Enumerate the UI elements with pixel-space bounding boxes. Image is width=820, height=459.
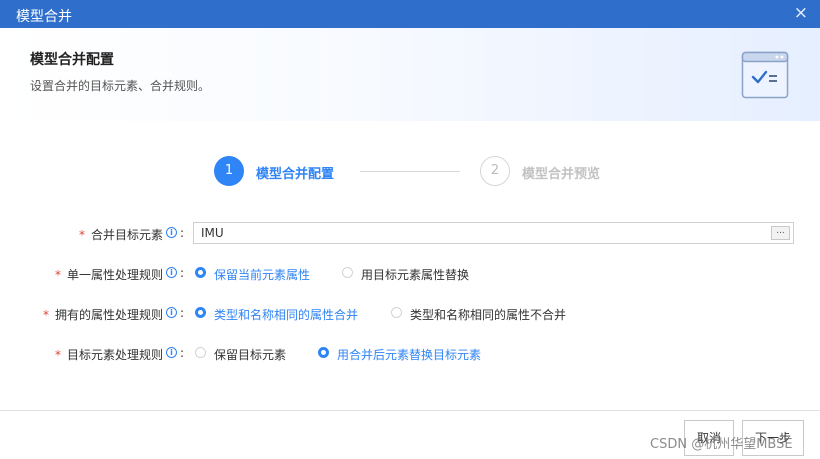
required-mark: *: [54, 348, 61, 362]
radio-keep-target-element[interactable]: [195, 347, 206, 358]
radio-merge-same-attr-label[interactable]: 类型和名称相同的属性合并: [214, 306, 358, 323]
radio-not-merge-same-attr-label[interactable]: 类型和名称相同的属性不合并: [410, 306, 566, 323]
label-colon: :: [180, 346, 185, 360]
info-icon[interactable]: i: [166, 347, 177, 358]
radio-merge-same-attr[interactable]: [195, 307, 206, 318]
owned-attr-rule-row: * 拥有的属性处理规则 i : 类型和名称相同的属性合并 类型和名称相同的属性不合…: [0, 302, 820, 326]
step-2-label: 模型合并预览: [522, 167, 601, 182]
required-mark: *: [54, 268, 61, 282]
browse-button[interactable]: ...: [771, 226, 790, 240]
target-element-rule-label: * 目标元素处理规则: [54, 348, 163, 362]
radio-replace-target-element[interactable]: [318, 347, 329, 358]
label-colon: :: [180, 226, 185, 240]
step-indicator: 1 模型合并配置 2 模型合并预览: [0, 155, 820, 189]
radio-keep-current-attr-label[interactable]: 保留当前元素属性: [214, 266, 310, 283]
label-colon: :: [180, 306, 185, 320]
banner-subtitle: 设置合并的目标元素、合并规则。: [30, 79, 211, 93]
info-icon[interactable]: i: [166, 267, 177, 278]
radio-not-merge-same-attr[interactable]: [391, 307, 402, 318]
window-title: 模型合并: [16, 9, 72, 25]
checklist-window-icon: [741, 51, 789, 99]
required-mark: *: [78, 228, 85, 242]
step-2-circle: 2: [480, 156, 510, 186]
target-element-rule-row: * 目标元素处理规则 i : 保留目标元素 用合并后元素替换目标元素: [0, 342, 820, 366]
radio-replace-target-element-label[interactable]: 用合并后元素替换目标元素: [337, 346, 481, 363]
step-1-label: 模型合并配置: [256, 167, 335, 182]
header-banner: 模型合并配置 设置合并的目标元素、合并规则。: [0, 28, 820, 121]
footer-divider: [0, 410, 820, 411]
target-element-label: * 合并目标元素: [78, 228, 163, 242]
window-title-bar: 模型合并 ×: [0, 0, 820, 28]
banner-heading: 模型合并配置: [30, 52, 114, 68]
label-colon: :: [180, 266, 185, 280]
watermark: CSDN @杭州华望MBSE: [650, 437, 793, 452]
step-1-circle: 1: [214, 156, 244, 186]
radio-keep-current-attr[interactable]: [195, 267, 206, 278]
target-element-row: * 合并目标元素 i : IMU ...: [0, 222, 820, 246]
radio-replace-with-target-attr[interactable]: [342, 267, 353, 278]
radio-replace-with-target-attr-label[interactable]: 用目标元素属性替换: [361, 266, 469, 283]
info-icon[interactable]: i: [166, 307, 177, 318]
required-mark: *: [42, 308, 49, 322]
single-attr-rule-label: * 单一属性处理规则: [54, 268, 163, 282]
target-element-value: IMU: [201, 226, 224, 240]
single-attr-rule-row: * 单一属性处理规则 i : 保留当前元素属性 用目标元素属性替换: [0, 262, 820, 286]
target-element-input[interactable]: IMU ...: [193, 222, 794, 244]
owned-attr-rule-label: * 拥有的属性处理规则: [42, 308, 163, 322]
close-icon[interactable]: ×: [794, 4, 808, 22]
step-connector: [360, 171, 460, 172]
radio-keep-target-element-label[interactable]: 保留目标元素: [214, 346, 286, 363]
info-icon[interactable]: i: [166, 227, 177, 238]
